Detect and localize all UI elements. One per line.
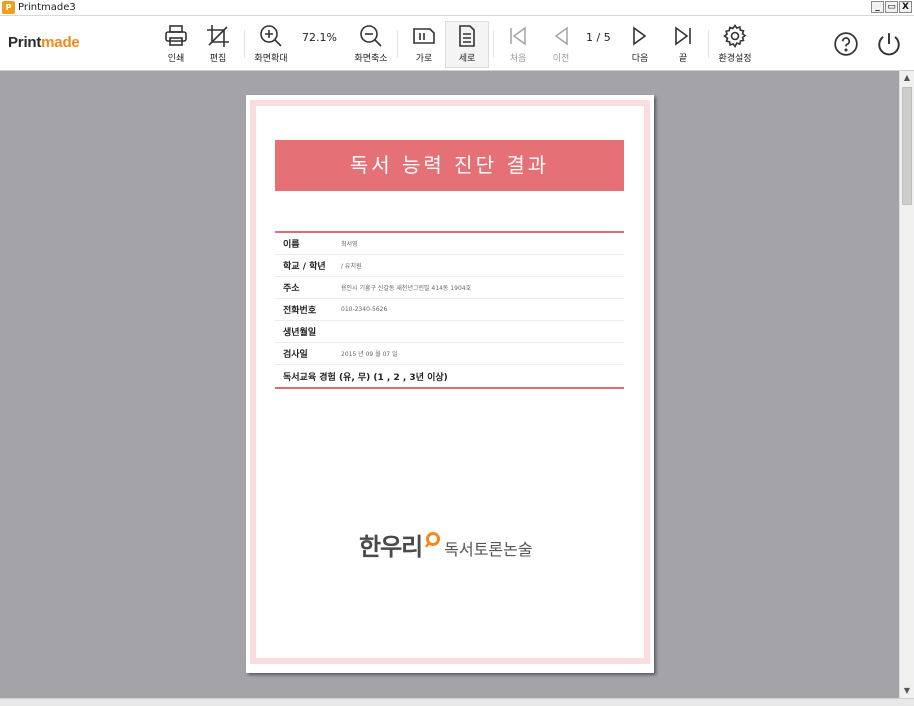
close-button[interactable]: X [899,1,912,13]
next-page-button[interactable]: 다음 [618,22,662,66]
portrait-label: 세로 [458,54,476,64]
window-title: Printmade3 [18,2,76,13]
prev-page-label: 이전 [552,54,570,64]
zoom-in-icon [260,25,282,47]
field-label: 이름 [283,240,300,250]
settings-label: 환경설정 [718,54,752,64]
next-page-label: 다음 [631,54,649,64]
field-label: 생년월일 [283,328,317,338]
help-icon [834,32,858,56]
portrait-page-icon [459,25,475,47]
printer-icon [165,25,187,46]
vertical-scrollbar[interactable]: ▲ ▼ [899,71,914,698]
field-value: 용인시 기흥구 신갈동 새천년그린빌 414동 1904호 [341,285,472,292]
brand-logo: 한우리 독서토론논술 [359,527,533,562]
landscape-page-icon [413,28,435,44]
zoom-level: 72.1% [302,31,337,44]
last-page-label: 끝 [678,54,688,64]
power-icon [878,33,900,56]
info-table: 이름 최서영 학교 / 학년 / 유치원 주소 용인시 기흥구 신갈동 새천년그… [275,231,624,389]
edit-button[interactable]: 편집 [196,22,240,66]
field-value: 2015 년 09 월 07 일 [341,351,398,358]
landscape-label: 가로 [415,54,433,64]
speech-bubble-icon [424,532,441,562]
brand-name: 한우리 [359,533,423,561]
page-indicator: 1 / 5 [586,31,611,44]
zoom-out-label: 화면축소 [354,54,388,64]
field-value: / 유치원 [341,263,362,270]
field-label: 검사일 [283,350,308,360]
last-page-button[interactable]: 끝 [661,22,705,66]
gear-icon [723,24,747,48]
settings-button[interactable]: 환경설정 [713,22,757,66]
exit-button[interactable] [867,22,911,66]
document-title: 독서 능력 진단 결과 [275,140,624,191]
last-page-icon [675,26,691,46]
restore-button[interactable]: ▭ [885,1,898,13]
prev-page-icon [554,26,568,46]
help-button[interactable] [824,22,868,66]
first-page-button[interactable]: 처음 [496,22,540,66]
status-bar [0,698,914,706]
field-label: 학교 / 학년 [283,262,326,272]
separator [244,30,245,58]
toolbar: Printmade 인쇄 편집 화면확대 72.1% 화면축소 가로 세로 처음… [0,16,914,71]
zoom-in-label: 화면확대 [254,54,288,64]
next-page-icon [633,26,647,46]
field-value: 최서영 [341,241,358,248]
info-row-reading-experience: 독서교육 경험 (유, 무) (1 , 2 , 3년 이상) [275,365,624,387]
first-page-label: 처음 [509,54,527,64]
info-row-name: 이름 최서영 [275,233,624,255]
prev-page-button[interactable]: 이전 [539,22,583,66]
info-row-birthdate: 생년월일 [275,321,624,343]
document-page: 독서 능력 진단 결과 이름 최서영 학교 / 학년 / 유치원 주소 용인시 … [246,95,654,673]
scrollbar-thumb[interactable] [902,87,912,205]
window-controls: _ ▭ X [871,1,912,13]
zoom-out-button[interactable]: 화면축소 [349,22,393,66]
landscape-button[interactable]: 가로 [402,22,446,66]
title-bar: P Printmade3 _ ▭ X [0,0,914,16]
info-row-test-date: 검사일 2015 년 09 월 07 일 [275,343,624,365]
field-label: 전화번호 [283,306,317,316]
separator [708,30,709,58]
edit-label: 편집 [209,54,227,64]
separator [397,30,398,58]
app-logo: Printmade [8,34,80,51]
info-row-phone: 전화번호 010-2340-5626 [275,299,624,321]
print-label: 인쇄 [167,54,185,64]
separator [493,30,494,58]
info-row-address: 주소 용인시 기흥구 신갈동 새천년그린빌 414동 1904호 [275,277,624,299]
field-value: 010-2340-5626 [341,306,388,313]
first-page-icon [510,26,526,46]
scroll-down-arrow-icon[interactable]: ▼ [900,684,914,698]
field-label: 주소 [283,284,300,294]
info-row-school: 학교 / 학년 / 유치원 [275,255,624,277]
app-icon: P [2,1,15,14]
field-label: 독서교육 경험 (유, 무) (1 , 2 , 3년 이상) [283,372,448,383]
print-button[interactable]: 인쇄 [154,22,198,66]
zoom-out-icon [360,25,382,47]
minimize-button[interactable]: _ [871,1,884,13]
brand-tagline: 독서토론논술 [444,540,533,559]
logo-accent: made [41,34,80,51]
zoom-in-button[interactable]: 화면확대 [249,22,293,66]
scroll-up-arrow-icon[interactable]: ▲ [900,71,914,85]
portrait-button[interactable]: 세로 [445,21,489,68]
logo-main: Print [8,34,42,51]
crop-icon [207,25,229,47]
